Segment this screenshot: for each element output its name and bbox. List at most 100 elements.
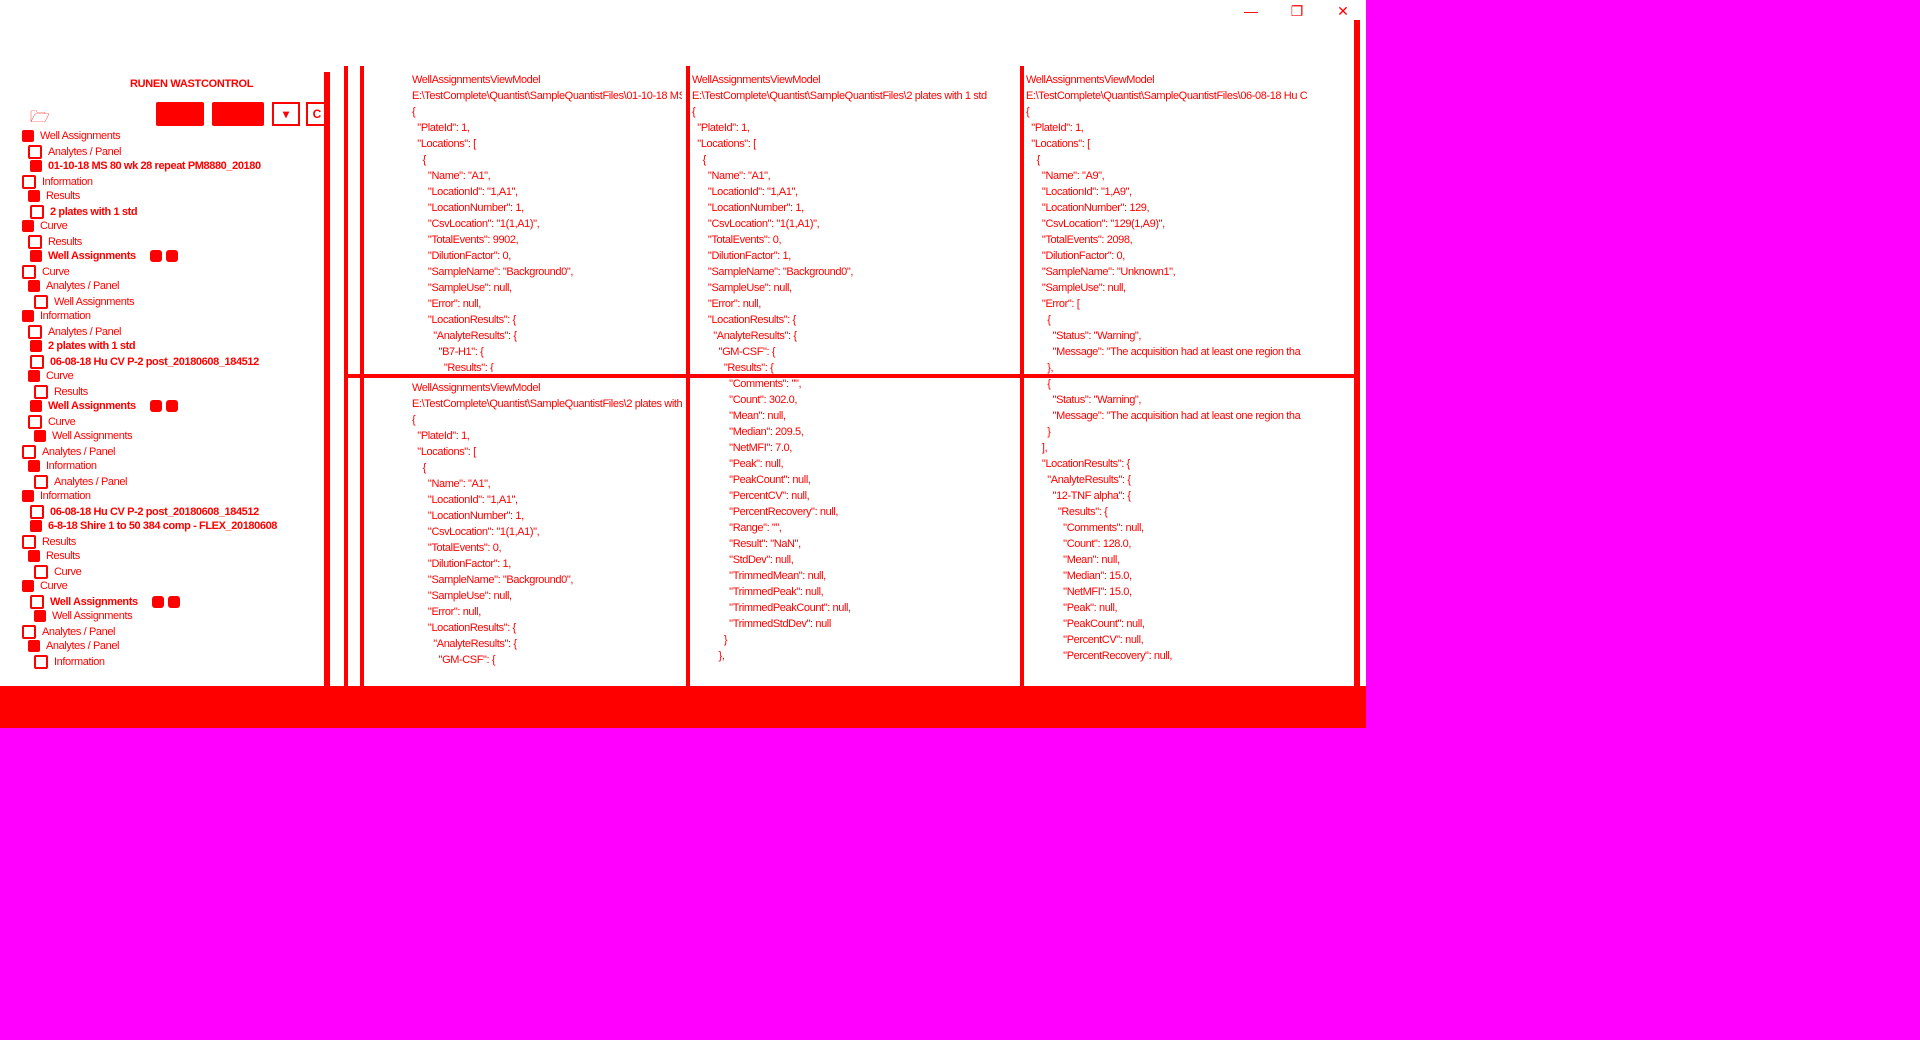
tree-node-label: 01-10-18 MS 80 wk 28 repeat PM8880_20180 [48, 160, 261, 172]
tree-node[interactable]: Curve [28, 370, 74, 382]
tree-node[interactable]: Analytes / Panel [34, 475, 127, 489]
tree-node-label: Analytes / Panel [48, 326, 122, 338]
node-icon [22, 625, 36, 639]
node-icon [22, 580, 34, 592]
node-icon [22, 265, 36, 279]
tree-node[interactable]: Curve [28, 415, 76, 429]
json-content: { "PlateId": 1, "Locations": [ { "Name":… [1026, 106, 1301, 662]
tree-node[interactable]: Analytes / Panel [28, 325, 121, 339]
dropdown-toggle[interactable]: ▾ [272, 102, 300, 126]
tree-node[interactable]: Analytes / Panel [28, 280, 119, 292]
tree-node-label: Results [46, 550, 80, 562]
status-dots [149, 400, 178, 412]
tree-node[interactable]: Results [28, 190, 80, 202]
tree-node[interactable]: Information [34, 655, 105, 669]
folder-icon [30, 250, 42, 262]
node-icon [34, 610, 46, 622]
tree-node-label: Analytes / Panel [46, 640, 120, 652]
status-dot [167, 596, 180, 608]
tree-node[interactable]: Analytes / Panel [28, 640, 119, 652]
tree-node[interactable]: Information [22, 490, 91, 502]
tree-splitter[interactable] [324, 72, 330, 692]
maximize-button[interactable]: ❐ [1274, 0, 1320, 22]
tree-node-label: Well Assignments [52, 430, 133, 442]
status-bar [0, 686, 1366, 728]
status-dot [149, 250, 162, 262]
node-icon [28, 325, 42, 339]
tree-node[interactable]: Curve [34, 565, 82, 579]
json-pane-middle: WellAssignmentsViewModel E:\TestComplete… [692, 72, 1016, 682]
tree-node[interactable]: Results [28, 550, 80, 562]
pane-title: WellAssignmentsViewModel [412, 382, 541, 394]
tree-node[interactable]: 06-08-18 Hu CV P-2 post_20180608_184512 [30, 505, 259, 519]
tree-node[interactable]: Well Assignments [30, 400, 178, 412]
node-icon [34, 475, 48, 489]
tree-node[interactable]: Information [28, 460, 97, 472]
node-icon [22, 535, 36, 549]
json-pane-left-top: WellAssignmentsViewModel E:\TestComplete… [412, 72, 682, 372]
json-content: { "PlateId": 1, "Locations": [ { "Name":… [412, 414, 573, 666]
tree-node[interactable]: Information [22, 310, 91, 322]
tree-node[interactable]: Well Assignments [22, 130, 121, 142]
node-icon [34, 430, 46, 442]
tree-node-label: Analytes / Panel [42, 446, 116, 458]
tree-node[interactable]: Well Assignments [34, 610, 133, 622]
node-icon [22, 175, 36, 189]
status-dots [151, 596, 180, 608]
folder-icon [30, 400, 42, 412]
tree-node-label: Results [48, 236, 82, 248]
toolbar-button-1[interactable] [156, 102, 204, 126]
node-icon [28, 235, 42, 249]
node-icon [28, 550, 40, 562]
open-folder-icon[interactable]: 🗁 [30, 106, 50, 133]
tree-node[interactable]: Well Assignments [30, 595, 180, 609]
tree-node[interactable]: Information [22, 175, 93, 189]
tree-node[interactable]: Results [22, 535, 76, 549]
tree-node[interactable]: Analytes / Panel [22, 625, 115, 639]
app-window: — ❐ ✕ RUNEN WASTCONTROL 🗁 ▾ C Well Assig… [0, 0, 1366, 728]
tree-node[interactable]: Curve [22, 220, 68, 232]
tree-node[interactable]: 2 plates with 1 std [30, 205, 138, 219]
tree-node-label: Well Assignments [54, 296, 135, 308]
title-bar: — ❐ ✕ [0, 0, 1366, 22]
node-icon [34, 385, 48, 399]
minimize-button[interactable]: — [1228, 0, 1274, 22]
status-dot [151, 596, 164, 608]
tree-node-label: Information [42, 176, 93, 188]
json-pane-left-bottom: WellAssignmentsViewModel E:\TestComplete… [412, 380, 682, 680]
tree-node[interactable]: Curve [22, 580, 68, 592]
folder-icon [30, 355, 44, 369]
close-button[interactable]: ✕ [1320, 0, 1366, 22]
tree-node[interactable]: Curve [22, 265, 70, 279]
tree-node[interactable]: Well Assignments [34, 295, 135, 309]
tree-node-label: 6-8-18 Shire 1 to 50 384 comp - FLEX_201… [48, 520, 278, 532]
tree-node-label: Information [54, 656, 105, 668]
tree-node-label: Well Assignments [40, 130, 121, 142]
app-name: RUNEN WASTCONTROL [130, 78, 254, 90]
tree-node-label: 2 plates with 1 std [50, 206, 138, 218]
tree-node-label: Analytes / Panel [54, 476, 128, 488]
json-content: { "PlateId": 1, "Locations": [ { "Name":… [412, 106, 573, 372]
right-border [1354, 20, 1360, 690]
tree-node-label: Well Assignments [52, 610, 133, 622]
tree-node[interactable]: Well Assignments [30, 250, 178, 262]
tree-node[interactable]: Results [34, 385, 88, 399]
tree-node[interactable]: Analytes / Panel [22, 445, 115, 459]
status-dots [149, 250, 178, 262]
tree-node[interactable]: 01-10-18 MS 80 wk 28 repeat PM8880_20180 [30, 160, 261, 172]
toolbar-button-2[interactable] [212, 102, 264, 126]
tree-node[interactable]: Analytes / Panel [28, 145, 121, 159]
tree-node-label: Analytes / Panel [48, 146, 122, 158]
node-icon [22, 310, 34, 322]
tree-node[interactable]: Results [28, 235, 82, 249]
node-icon [22, 220, 34, 232]
tree-node-label: 2 plates with 1 std [48, 340, 136, 352]
node-icon [34, 295, 48, 309]
tree-node[interactable]: 06-08-18 Hu CV P-2 post_20180608_184512 [30, 355, 259, 369]
tree-node[interactable]: Well Assignments [34, 430, 133, 442]
tree-node[interactable]: 6-8-18 Shire 1 to 50 384 comp - FLEX_201… [30, 520, 277, 532]
folder-icon [30, 595, 44, 609]
pane-title: WellAssignmentsViewModel [1026, 74, 1155, 86]
tree-node-label: Curve [54, 566, 82, 578]
tree-node[interactable]: 2 plates with 1 std [30, 340, 136, 352]
